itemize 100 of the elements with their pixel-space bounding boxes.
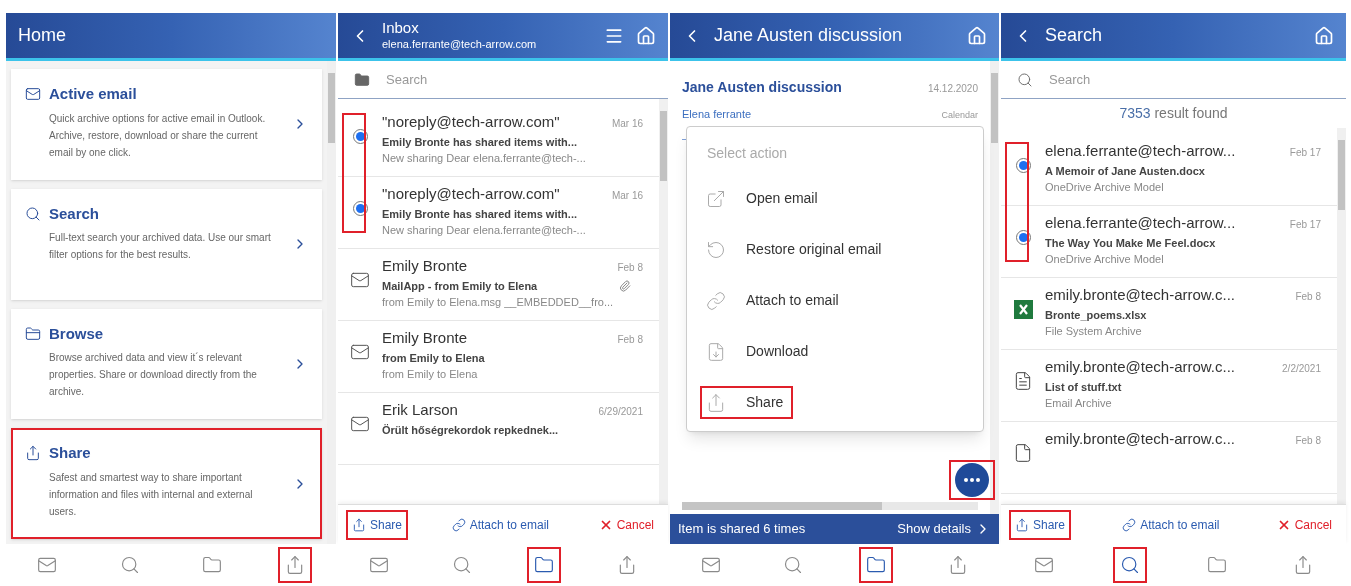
item-title: emily.bronte@tech-arrow.c... (1045, 357, 1235, 377)
item-preview: Email Archive (1045, 396, 1113, 411)
file-icon (1013, 443, 1033, 463)
card-title: Active email (49, 84, 138, 104)
share-button[interactable]: Share (1009, 509, 1072, 540)
item-date: Feb 17 (1289, 218, 1321, 232)
search-icon (119, 555, 140, 575)
scrollbar[interactable] (1337, 128, 1346, 504)
card-description: Safest and smartest way to share important information and files with internal and external users. (49, 470, 254, 519)
item-subject: from Emily to Elena (382, 350, 485, 366)
link-icon (706, 290, 726, 311)
feature-card[interactable]: Active email Quick archive options for active email in Outlook. Archive, restore, download or share the current email by one click. (11, 69, 322, 180)
home-icon[interactable] (967, 25, 987, 46)
feature-card[interactable]: Share Safest and smartest way to share important information and files with internal and external users. (11, 428, 322, 539)
header-title: Home (18, 24, 67, 47)
more-icon (955, 463, 989, 497)
feature-card[interactable]: Search Full-text search your archived data. Use our smart filter options for the best results. (11, 188, 322, 300)
search-icon (25, 205, 41, 222)
attach-button[interactable]: Attach to email (1116, 509, 1226, 540)
paperclip-icon (619, 279, 631, 292)
envelope-icon (37, 555, 58, 575)
item-date: Feb 17 (1289, 146, 1321, 160)
item-preview: New sharing Dear elena.ferrante@tech-... (382, 223, 587, 238)
email-sender: Elena ferrante (682, 107, 752, 122)
item-preview: from Emily to Elena.msg __EMBEDDED__fro... (382, 295, 615, 310)
item-subject: The Way You Make Me Feel.docx (1045, 235, 1216, 251)
banner-text: Item is shared 6 times (678, 520, 806, 539)
share-tab[interactable] (277, 547, 312, 583)
external-link-icon (706, 188, 726, 209)
item-preview: OneDrive Archive Model (1045, 180, 1165, 195)
card-description: Full-text search your archived data. Use our smart filter options for the best results. (49, 231, 272, 263)
envelope-icon (701, 555, 722, 575)
folder-icon (202, 555, 223, 575)
menu-item[interactable]: Download (700, 335, 819, 368)
search-icon (1120, 555, 1141, 575)
envelope-icon (350, 414, 370, 434)
item-preview: from Emily to Elena (382, 367, 479, 382)
folder-icon (354, 71, 370, 88)
item-title: Emily Bronte (382, 256, 468, 276)
item-subject: A Memoir of Jane Austen.docx (1045, 163, 1205, 179)
item-subject: MailApp - from Emily to Elena (382, 278, 538, 294)
cancel-button[interactable]: Cancel (592, 509, 660, 540)
item-title: emily.bronte@tech-arrow.c... (1045, 285, 1235, 305)
item-date: Feb 8 (617, 333, 643, 347)
item-date: Feb 8 (1295, 434, 1321, 448)
more-button[interactable] (949, 460, 995, 500)
item-title: Emily Bronte (382, 328, 468, 348)
item-title: elena.ferrante@tech-arrow... (1045, 213, 1236, 233)
item-preview: New sharing Dear elena.ferrante@tech-... (382, 151, 587, 166)
header-title: Inbox (382, 19, 420, 38)
share-icon (706, 392, 726, 413)
spreadsheet-icon (1013, 299, 1033, 319)
search-icon (783, 555, 804, 575)
result-count: 7353 (1119, 105, 1151, 121)
folder-icon (534, 555, 555, 575)
header-subtitle: elena.ferrante@tech-arrow.com (382, 38, 538, 52)
item-title: "noreply@tech-arrow.com" (382, 184, 560, 204)
menu-item[interactable]: Share (700, 386, 794, 419)
card-title: Share (49, 443, 92, 464)
share-icon (1015, 517, 1029, 532)
folder-icon (25, 325, 41, 342)
home-icon[interactable] (1314, 25, 1334, 46)
menu-item[interactable]: Open email (700, 182, 828, 215)
home-icon[interactable] (636, 25, 656, 46)
menu-item[interactable]: Restore original email (700, 233, 892, 266)
feature-card[interactable]: Browse Browse archived data and view it´s relevant properties. Share or download directly from the archive. (11, 308, 322, 420)
result-label: result found (1154, 105, 1228, 121)
search-icon (1017, 71, 1033, 88)
envelope-icon (369, 555, 390, 575)
item-preview: File System Archive (1045, 324, 1143, 339)
browse-tab[interactable] (527, 547, 562, 583)
details-link[interactable]: Show details (897, 519, 991, 539)
menu-title: Select action (707, 144, 789, 163)
item-title: "noreply@tech-arrow.com" (382, 112, 560, 132)
envelope-icon (25, 86, 41, 102)
share-icon (25, 445, 41, 462)
cancel-button[interactable]: Cancel (1270, 509, 1338, 540)
card-title: Search (49, 203, 101, 224)
attach-button[interactable]: Attach to email (445, 509, 555, 540)
menu-item[interactable]: Attach to email (700, 284, 849, 317)
envelope-icon (350, 270, 370, 290)
search-tab[interactable] (1113, 547, 1148, 583)
folder-icon (865, 555, 886, 575)
download-icon (706, 341, 726, 362)
item-date: Feb 8 (617, 261, 643, 275)
horizontal-scrollbar[interactable] (682, 502, 978, 510)
browse-tab[interactable] (858, 547, 893, 583)
email-category: Calendar (941, 109, 978, 122)
share-button[interactable]: Share (346, 509, 409, 540)
item-date: Mar 16 (611, 117, 643, 131)
scrollbar[interactable] (990, 61, 999, 514)
item-subject: Emily Bronte has shared items with... (382, 134, 577, 150)
item-date: Mar 16 (611, 189, 643, 203)
item-title: elena.ferrante@tech-arrow... (1045, 141, 1236, 161)
item-title: emily.bronte@tech-arrow.c... (1045, 429, 1235, 449)
item-subject: Örült hőségrekordok repkednek... (382, 422, 559, 438)
item-date: 2/2/2021 (1282, 362, 1321, 376)
header-title: Jane Austen discussion (714, 24, 904, 47)
scrollbar[interactable] (659, 99, 668, 504)
item-subject: Bronte_poems.xlsx (1045, 307, 1147, 323)
